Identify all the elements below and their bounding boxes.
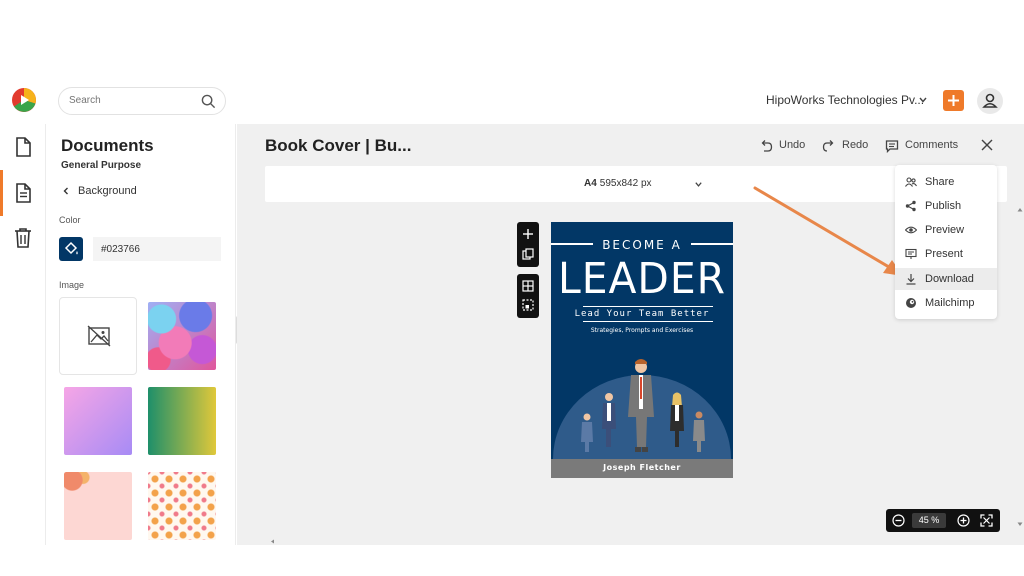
image-placeholder-icon: [87, 325, 111, 347]
menu-item-download[interactable]: Download: [895, 268, 997, 290]
paint-bucket-icon: [64, 241, 78, 255]
comment-icon: [885, 140, 899, 153]
bubble-pattern-image: [148, 302, 216, 370]
scroll-left-icon[interactable]: [270, 539, 275, 544]
green-yellow-gradient-image: [148, 387, 216, 455]
menu-label-mailchimp: Mailchimp: [925, 297, 975, 309]
create-new-button[interactable]: [943, 90, 964, 111]
background-image-thumb[interactable]: [59, 382, 137, 460]
side-panel: Documents General Purpose Background Col…: [47, 124, 236, 545]
menu-item-preview[interactable]: Preview: [895, 219, 997, 241]
layout-tools-group: [517, 274, 539, 318]
grid-layout-icon[interactable]: [522, 280, 534, 292]
menu-label-preview: Preview: [925, 224, 965, 236]
share-users-icon: [905, 177, 917, 187]
close-icon[interactable]: [980, 138, 994, 152]
page-size-selector[interactable]: A4 595x842 px: [584, 178, 652, 189]
trash-icon[interactable]: [13, 227, 33, 249]
document-title[interactable]: Book Cover | Bu...: [265, 136, 411, 156]
menu-label-share: Share: [925, 176, 955, 188]
color-hex-input[interactable]: [93, 237, 221, 261]
book-subtitle-2: Strategies, Prompts and Exercises: [590, 327, 694, 334]
book-subtitle: Lead Your Team Better: [574, 309, 710, 319]
plus-icon: [948, 95, 959, 106]
menu-item-share[interactable]: Share: [895, 171, 997, 193]
menu-item-present[interactable]: Present: [895, 243, 997, 265]
chevron-down-icon[interactable]: [918, 95, 928, 105]
floral-pink-image: [64, 472, 132, 540]
menu-label-present: Present: [925, 248, 963, 260]
zoom-value: 45: [918, 515, 929, 525]
file-icon[interactable]: [13, 136, 33, 158]
color-label: Color: [59, 215, 81, 225]
page-size-dims: 595x842 px: [599, 178, 652, 189]
book-title: LEADER: [558, 254, 726, 304]
book-cover-canvas[interactable]: BECOME A LEADER Lead Your Team Better St…: [551, 222, 733, 478]
zoom-unit: %: [931, 515, 940, 525]
fit-screen-icon[interactable]: [980, 514, 993, 527]
organization-selector[interactable]: HipoWorks Technologies Pv...: [766, 93, 924, 107]
leaders-illustration: [553, 359, 731, 459]
download-icon: [906, 274, 916, 285]
menu-label-publish: Publish: [925, 200, 962, 212]
eye-icon: [905, 226, 917, 234]
zoom-controls: 45 %: [886, 509, 1000, 532]
select-area-icon[interactable]: [522, 299, 534, 311]
background-image-thumb[interactable]: [59, 467, 137, 545]
app-logo-icon[interactable]: [11, 87, 37, 113]
annotation-arrow-icon: [753, 186, 903, 276]
subtitle-line-bottom: [583, 321, 713, 322]
present-icon: [905, 248, 917, 259]
zoom-level-field[interactable]: 45 %: [912, 513, 946, 528]
search-icon[interactable]: [201, 94, 216, 109]
menu-item-mailchimp[interactable]: Mailchimp: [895, 292, 997, 314]
zoom-in-icon[interactable]: [957, 514, 970, 527]
redo-icon: [822, 140, 834, 152]
book-kicker: BECOME A: [602, 238, 682, 252]
user-avatar[interactable]: [977, 88, 1003, 114]
chevron-left-icon[interactable]: [61, 186, 71, 196]
mailchimp-icon: [906, 298, 916, 308]
user-icon: [982, 93, 998, 108]
undo-label: Undo: [779, 139, 806, 151]
app-window: HipoWorks Technologies Pv...: [0, 80, 1024, 545]
share-dropdown-menu: Share Publish Preview Present Download M…: [895, 165, 997, 319]
top-bar: HipoWorks Technologies Pv...: [0, 80, 1024, 124]
background-image-thumb[interactable]: [143, 382, 221, 460]
workspace: Book Cover | Bu... Undo Redo Comments A4…: [237, 124, 1024, 545]
pink-purple-gradient-image: [64, 387, 132, 455]
author-bar: Joseph Fletcher: [551, 459, 733, 478]
panel-subtitle: General Purpose: [61, 160, 142, 171]
back-label[interactable]: Background: [78, 185, 137, 197]
search-box[interactable]: [58, 87, 226, 115]
duplicate-page-icon[interactable]: [522, 248, 534, 260]
undo-icon: [761, 140, 773, 152]
search-input[interactable]: [69, 95, 189, 106]
image-label: Image: [59, 280, 85, 290]
add-page-icon[interactable]: [522, 228, 534, 240]
left-rail: [0, 124, 46, 545]
chevron-down-icon[interactable]: [694, 180, 703, 189]
menu-item-publish[interactable]: Publish: [895, 195, 997, 217]
fruit-pattern-image: [148, 472, 216, 540]
background-image-thumb[interactable]: [143, 467, 221, 545]
zoom-out-icon[interactable]: [892, 514, 905, 527]
no-image-option[interactable]: [59, 297, 137, 375]
book-author: Joseph Fletcher: [603, 463, 681, 472]
background-image-thumb[interactable]: [143, 297, 221, 375]
scroll-up-icon[interactable]: [1017, 207, 1023, 213]
comments-label: Comments: [905, 139, 959, 151]
color-picker-button[interactable]: [59, 237, 83, 261]
document-icon[interactable]: [13, 182, 33, 204]
page-size-name: A4: [584, 178, 597, 189]
menu-label-download: Download: [925, 273, 974, 285]
panel-title: Documents: [61, 136, 154, 155]
scroll-down-icon[interactable]: [1017, 521, 1023, 527]
subtitle-line-top: [583, 306, 713, 307]
publish-icon: [905, 200, 916, 212]
redo-label: Redo: [842, 139, 869, 151]
rail-active-indicator: [0, 170, 3, 216]
page-tools-group: [517, 222, 539, 267]
